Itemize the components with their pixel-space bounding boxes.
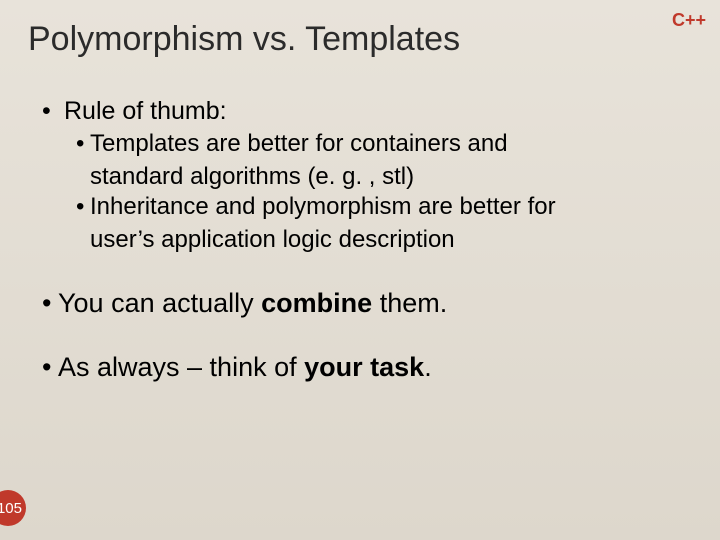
bullet-rule-of-thumb: •Rule of thumb: [42, 95, 692, 127]
bullet-marker: • [76, 192, 90, 223]
page-number-badge: 105 [0, 490, 26, 526]
bullet-your-task: •As always – think of your task. [42, 350, 692, 385]
bullet-marker: • [42, 286, 58, 321]
bullet-text-bold: combine [261, 288, 372, 318]
slide-content: •Rule of thumb: •Templates are better fo… [28, 95, 692, 385]
sub-bullet-text-cont: user’s application logic description [42, 225, 692, 256]
page-number: 105 [0, 500, 22, 517]
bullet-combine: •You can actually combine them. [42, 286, 692, 321]
bullet-marker: • [42, 350, 58, 385]
bullet-text-pre: As always – think of [58, 352, 304, 382]
bullet-text: Rule of thumb: [64, 97, 227, 125]
sub-bullet-text: Templates are better for containers and [90, 130, 508, 157]
bullet-marker: • [42, 95, 64, 127]
slide-title: Polymorphism vs. Templates [28, 20, 692, 59]
bullet-text-post: them. [372, 288, 447, 318]
sub-bullet-text-cont: standard algorithms (e. g. , stl) [42, 162, 692, 193]
sub-bullet-inheritance: •Inheritance and polymorphism are better… [42, 192, 692, 223]
bullet-text-post: . [424, 352, 432, 382]
bullet-marker: • [76, 129, 90, 160]
slide: C++ Polymorphism vs. Templates •Rule of … [0, 0, 720, 540]
sub-bullet-templates: •Templates are better for containers and [42, 129, 692, 160]
language-badge: C++ [672, 10, 706, 31]
bullet-text-bold: your task [304, 352, 424, 382]
sub-bullet-text: Inheritance and polymorphism are better … [90, 193, 556, 220]
bullet-text-pre: You can actually [58, 288, 261, 318]
